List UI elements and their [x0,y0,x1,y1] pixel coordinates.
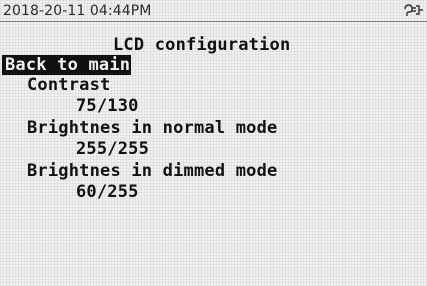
lcd-screen: 2018-20-11 04:44PM LCD configuration Bac… [0,0,427,286]
menu-item-brightness-dimmed[interactable]: Brightnes in dimmed mode [27,161,277,181]
menu-item-back-to-main[interactable]: Back to main [2,55,132,75]
status-datetime: 2018-20-11 04:44PM [3,3,152,19]
brightness-normal-value: 255/255 [76,139,150,159]
page-title: LCD configuration [113,35,291,55]
contrast-value: 75/130 [76,96,139,116]
status-bar: 2018-20-11 04:44PM [0,0,427,22]
network-connection-icon [403,3,425,19]
menu-item-brightness-normal[interactable]: Brightnes in normal mode [27,118,277,138]
brightness-dimmed-value: 60/255 [76,182,139,202]
menu-item-contrast[interactable]: Contrast [27,75,110,95]
